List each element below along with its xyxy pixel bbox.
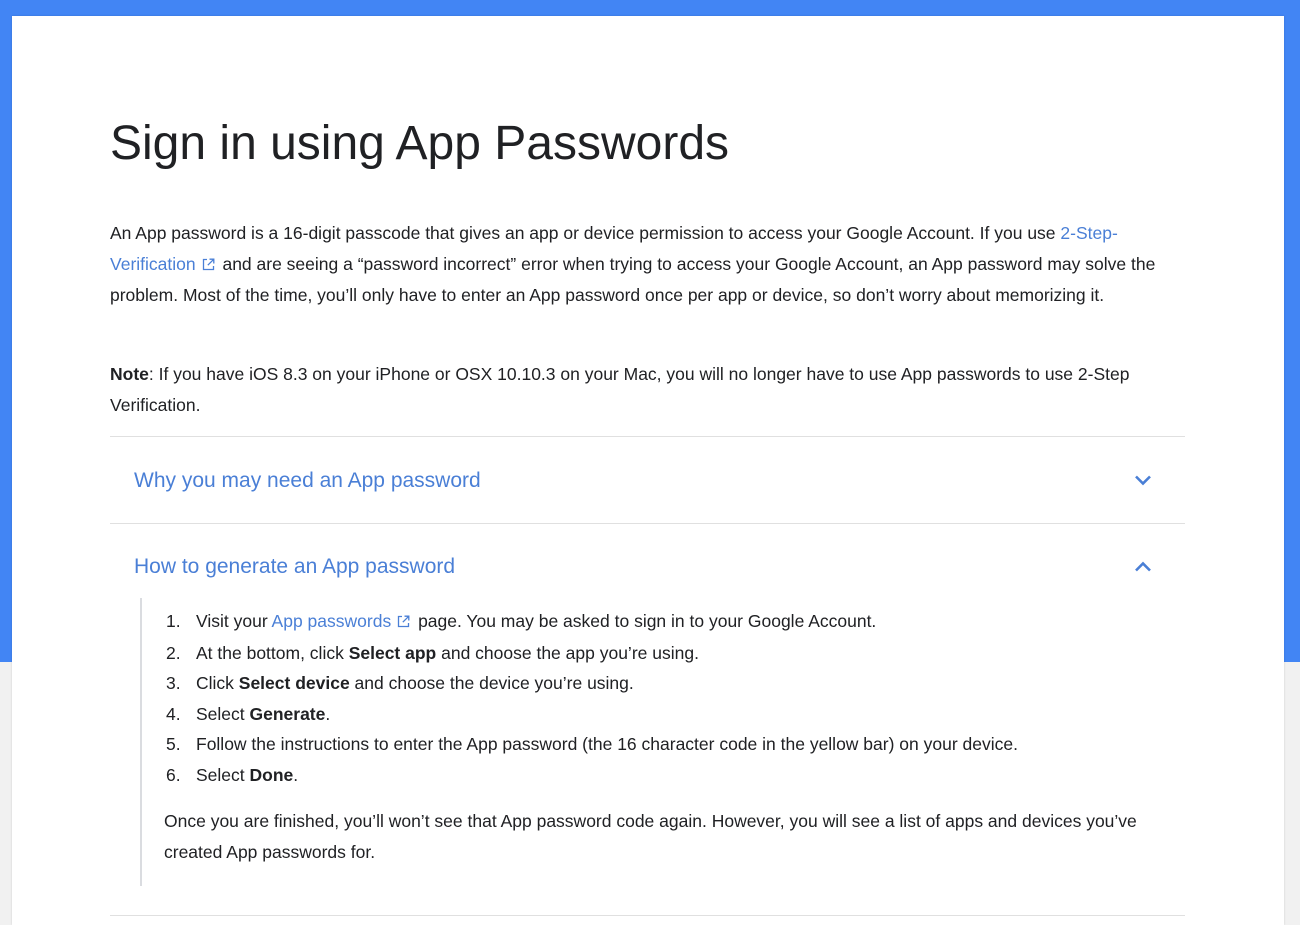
note-text: : If you have iOS 8.3 on your iPhone or … bbox=[110, 364, 1130, 415]
app-passwords-link-text: App passwords bbox=[271, 611, 392, 631]
step-text: Select bbox=[196, 764, 250, 785]
list-item: 1. Visit your App passwords page. You may… bbox=[166, 606, 1018, 638]
app-passwords-link[interactable]: App passwords bbox=[272, 611, 414, 631]
step-number: 5. bbox=[166, 734, 181, 754]
list-item: 3. Click Select device and choose the dev… bbox=[166, 668, 1018, 699]
step-text: At the bottom, click bbox=[196, 642, 349, 663]
accordion-title: Why you may need an App password bbox=[134, 469, 481, 492]
intro-text-after: and are seeing a “password incorrect” er… bbox=[110, 253, 1156, 306]
note-label: Note bbox=[110, 364, 149, 384]
step-text: . bbox=[325, 703, 331, 724]
step-bold: Select app bbox=[348, 642, 437, 663]
step-number: 6. bbox=[166, 764, 181, 785]
accordion-panel-how-to-generate: 1. Visit your App passwords page. You may… bbox=[140, 598, 1187, 886]
divider bbox=[110, 915, 1185, 916]
finish-paragraph: Once you are finished, you’ll won’t see … bbox=[164, 811, 1137, 862]
step-text: . bbox=[293, 764, 299, 785]
external-link-icon bbox=[397, 607, 410, 638]
chevron-up-icon bbox=[1133, 560, 1153, 574]
list-item: 2. At the bottom, click Select app and ch… bbox=[166, 638, 1018, 669]
step-number: 1. bbox=[166, 611, 181, 631]
note-paragraph: Note: If you have iOS 8.3 on your iPhone… bbox=[110, 359, 1185, 420]
article-card: Sign in using App Passwords An App passw… bbox=[12, 16, 1284, 925]
list-item: 6. Select Done. bbox=[166, 760, 1018, 791]
step-text: Follow the instructions to enter the App… bbox=[196, 734, 1018, 754]
step-number: 4. bbox=[166, 703, 181, 724]
accordion-title: How to generate an App password bbox=[134, 555, 456, 578]
list-item: 5. Follow the instructions to enter the A… bbox=[166, 729, 1018, 760]
step-text: and choose the device you’re using. bbox=[349, 673, 634, 693]
step-text: Visit your bbox=[196, 611, 272, 631]
step-text: Select bbox=[196, 703, 250, 724]
step-bold: Select device bbox=[238, 673, 350, 693]
accordion-why-app-password[interactable]: Why you may need an App password bbox=[110, 437, 1185, 523]
page-title: Sign in using App Passwords bbox=[110, 117, 730, 170]
step-number: 3. bbox=[166, 673, 181, 693]
step-bold: Done bbox=[249, 764, 294, 785]
chevron-down-icon bbox=[1133, 473, 1153, 487]
step-text: page. You may be asked to sign in to you… bbox=[413, 611, 877, 631]
list-item: 4. Select Generate. bbox=[166, 699, 1018, 730]
external-link-icon bbox=[202, 250, 215, 281]
intro-text-before: An App password is a 16-digit passcode t… bbox=[110, 223, 1061, 243]
step-number: 2. bbox=[166, 642, 181, 663]
steps-list: 1. Visit your App passwords page. You may… bbox=[166, 606, 1018, 790]
step-text: and choose the app you’re using. bbox=[436, 642, 699, 663]
step-text: Click bbox=[196, 673, 239, 693]
step-bold: Generate bbox=[249, 703, 326, 724]
intro-paragraph: An App password is a 16-digit passcode t… bbox=[110, 218, 1185, 311]
